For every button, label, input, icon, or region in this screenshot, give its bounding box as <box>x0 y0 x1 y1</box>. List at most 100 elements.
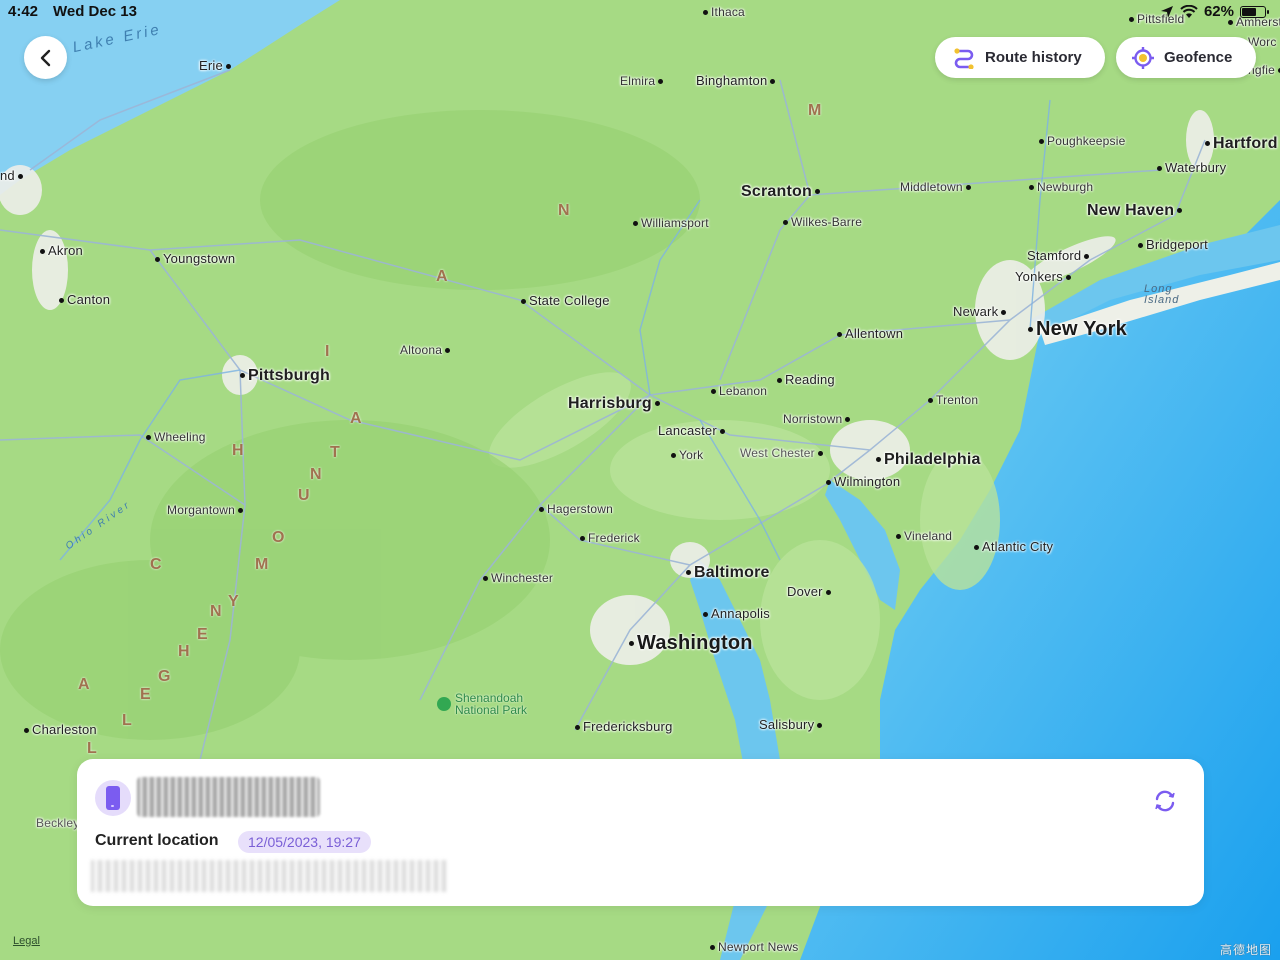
city-name: Wheeling <box>154 430 206 444</box>
mountain-label-letter: C <box>150 556 162 573</box>
location-arrow-icon <box>1160 5 1173 18</box>
city-dot <box>876 457 881 463</box>
city-name: Wilmington <box>834 474 901 489</box>
mountain-label-letter: A <box>350 410 362 427</box>
city-dot <box>24 728 29 734</box>
city-name: State College <box>529 293 610 308</box>
city-dot <box>686 570 691 576</box>
city-label: Trenton <box>925 393 978 407</box>
city-label: Wheeling <box>143 430 206 444</box>
refresh-icon <box>1155 790 1175 812</box>
water-label: Long Island <box>1144 283 1180 306</box>
city-dot <box>658 79 664 85</box>
city-dot <box>17 174 23 180</box>
city-label: Hartford <box>1202 135 1278 153</box>
city-dot <box>575 725 580 731</box>
city-name: Binghamton <box>696 73 768 88</box>
geofence-button[interactable]: Geofence <box>1116 37 1256 78</box>
city-dot <box>238 508 244 514</box>
device-name-redacted <box>137 777 320 817</box>
city-name: Dover <box>787 584 823 599</box>
city-name: New Haven <box>1087 202 1175 219</box>
city-label: Fredericksburg <box>572 719 673 734</box>
refresh-button[interactable] <box>1150 786 1180 816</box>
city-label: Atlantic City <box>971 539 1053 554</box>
city-dot <box>445 348 451 354</box>
city-label: Altoona <box>400 343 453 357</box>
city-label: Poughkeepsie <box>1036 134 1125 148</box>
current-location-label: Current location <box>95 832 219 849</box>
city-label: Charleston <box>21 722 97 737</box>
city-dot <box>629 641 634 647</box>
city-dot <box>777 378 782 384</box>
city-name: Vineland <box>904 529 953 543</box>
address-redacted <box>91 860 447 892</box>
city-label: Akron <box>37 243 83 258</box>
city-label: nd <box>0 168 26 183</box>
city-label: Morgantown <box>167 503 246 517</box>
city-name: Hartford <box>1213 135 1278 152</box>
city-name: Charleston <box>32 722 97 737</box>
city-dot <box>814 189 820 195</box>
city-name: Winchester <box>491 571 554 585</box>
city-label: Erie <box>199 58 234 73</box>
city-label: York <box>668 448 703 462</box>
city-name: Harrisburg <box>568 395 652 412</box>
city-label: New Haven <box>1087 202 1185 220</box>
city-label: Winchester <box>480 571 553 585</box>
city-name: New York <box>1036 318 1127 340</box>
mountain-label-letter: N <box>558 202 570 219</box>
city-dot <box>837 332 842 338</box>
city-label: Philadelphia <box>873 451 981 469</box>
city-dot <box>965 185 971 191</box>
back-button[interactable] <box>24 36 67 79</box>
city-label: State College <box>518 293 610 308</box>
mountain-label-letter: G <box>158 668 171 685</box>
city-dot <box>654 401 660 407</box>
city-dot <box>146 435 151 441</box>
city-dot <box>225 64 231 70</box>
city-name: Wilkes-Barre <box>791 215 863 229</box>
city-name: Canton <box>67 292 111 307</box>
city-label: Binghamton <box>696 73 778 88</box>
city-dot <box>783 220 788 226</box>
city-dot <box>1205 141 1210 147</box>
city-dot <box>817 451 823 457</box>
legal-link[interactable]: Legal <box>13 935 40 947</box>
city-label: Vineland <box>893 529 952 543</box>
chevron-left-icon <box>40 49 50 66</box>
city-dot <box>1029 185 1034 191</box>
city-name: Philadelphia <box>884 451 981 468</box>
mountain-label-letter: U <box>298 487 310 504</box>
city-name: Allentown <box>845 326 904 341</box>
city-name: Altoona <box>400 343 443 357</box>
city-label: Waterbury <box>1154 160 1226 175</box>
city-label: Bridgeport <box>1135 237 1208 252</box>
city-label: Hagerstown <box>536 502 613 516</box>
city-name: Baltimore <box>694 564 770 581</box>
device-avatar <box>95 780 131 816</box>
city-label: Reading <box>774 372 835 387</box>
city-label: Newburgh <box>1026 180 1093 194</box>
city-label: Youngstown <box>152 251 235 266</box>
route-history-button[interactable]: Route history <box>935 37 1105 78</box>
city-dot <box>539 507 544 513</box>
city-name: Lancaster <box>658 423 717 438</box>
status-indicators: 62% <box>1160 3 1269 20</box>
device-location-card: Current location 12/05/2023, 19:27 <box>77 759 1204 906</box>
city-dot <box>521 299 526 305</box>
app-root: Ithaca Pittsfield Amherst Worc ngfie Erie Elmi… <box>0 0 1280 960</box>
city-dot <box>1084 254 1090 260</box>
city-name: Williamsport <box>641 216 709 230</box>
mountain-label-letter: E <box>140 686 151 703</box>
city-dot <box>817 723 823 729</box>
city-label: Stamford <box>1027 248 1092 263</box>
city-name: Hagerstown <box>547 502 614 516</box>
city-label: Pittsburgh <box>237 367 330 385</box>
mountain-label-letter: M <box>255 556 269 573</box>
city-label: Frederick <box>577 531 640 545</box>
tree-icon <box>437 697 451 711</box>
city-dot <box>59 298 64 304</box>
city-dot <box>633 221 638 227</box>
mountain-label-letter: E <box>197 626 208 643</box>
